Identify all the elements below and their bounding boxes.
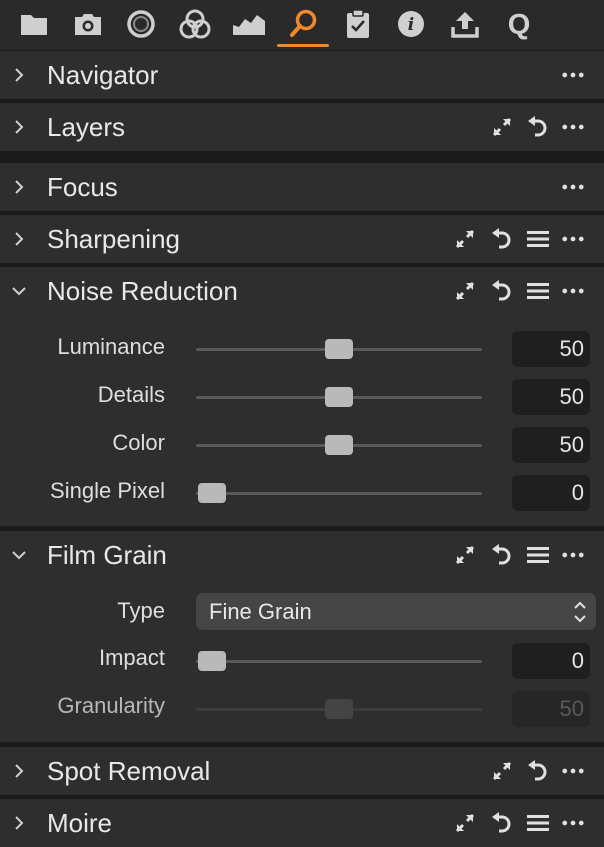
svg-text:i: i <box>408 15 414 35</box>
panel-layers[interactable]: Layers <box>0 103 604 151</box>
impact-label: Impact <box>98 645 165 670</box>
presets-menu-icon[interactable] <box>527 544 549 566</box>
chevron-updown-icon <box>574 601 586 623</box>
presets-menu-icon[interactable] <box>527 812 549 834</box>
panel-moire[interactable]: Moire <box>0 799 604 847</box>
info-icon[interactable]: i <box>393 7 429 41</box>
panel-title: Noise Reduction <box>47 276 238 306</box>
expand-icon[interactable] <box>491 760 513 782</box>
luminance-label: Luminance <box>57 334 165 359</box>
reset-icon[interactable] <box>526 116 548 138</box>
chevron-right-icon[interactable] <box>10 230 28 248</box>
panel-title: Moire <box>47 808 113 838</box>
presets-menu-icon[interactable] <box>527 280 549 302</box>
chevron-right-icon[interactable] <box>10 814 28 832</box>
grain-type-value: Fine Grain <box>209 599 312 624</box>
panel-film-grain[interactable]: Film Grain <box>0 531 604 579</box>
expand-icon[interactable] <box>454 812 476 834</box>
more-icon[interactable] <box>562 280 584 302</box>
single-pixel-label: Single Pixel <box>50 478 165 503</box>
expand-icon[interactable] <box>454 544 476 566</box>
panel-title: Sharpening <box>47 224 180 254</box>
panel-title: Spot Removal <box>47 756 211 786</box>
granularity-value-field: 50 <box>512 691 590 727</box>
details-slider[interactable] <box>196 387 482 407</box>
chevron-right-icon[interactable] <box>10 118 28 136</box>
presets-menu-icon[interactable] <box>527 228 549 250</box>
single-pixel-slider[interactable] <box>196 483 482 503</box>
panel-sharpening[interactable]: Sharpening <box>0 215 604 263</box>
luminance-value-field[interactable]: 50 <box>512 331 590 367</box>
more-icon[interactable] <box>562 116 584 138</box>
expand-icon[interactable] <box>454 280 476 302</box>
exposure-icon[interactable] <box>231 7 267 41</box>
reset-icon[interactable] <box>526 760 548 782</box>
slider-thumb <box>325 699 353 719</box>
chevron-down-icon[interactable] <box>10 546 28 564</box>
panel-title: Film Grain <box>47 540 167 570</box>
color-circle-icon[interactable] <box>123 7 159 41</box>
chevron-down-icon[interactable] <box>10 282 28 300</box>
folder-icon[interactable] <box>16 7 52 41</box>
panel-noise-reduction[interactable]: Noise Reduction <box>0 267 604 315</box>
panel-title: Focus <box>47 172 118 202</box>
more-icon[interactable] <box>562 812 584 834</box>
slider-thumb[interactable] <box>325 435 353 455</box>
panel-navigator[interactable]: Navigator <box>0 51 604 99</box>
luminance-slider[interactable] <box>196 339 482 359</box>
slider-thumb[interactable] <box>325 387 353 407</box>
panel-title: Layers <box>47 112 126 142</box>
panel-spot-removal[interactable]: Spot Removal <box>0 747 604 795</box>
impact-slider[interactable] <box>196 651 482 671</box>
color-label: Color <box>112 430 165 455</box>
chevron-right-icon[interactable] <box>10 66 28 84</box>
panel-title: Navigator <box>47 60 159 90</box>
chevron-right-icon[interactable] <box>10 178 28 196</box>
reset-icon[interactable] <box>490 544 512 566</box>
camera-icon[interactable] <box>70 7 106 41</box>
details-magnifier-icon[interactable] <box>277 7 329 47</box>
more-icon[interactable] <box>562 760 584 782</box>
more-icon[interactable] <box>562 64 584 86</box>
panel-focus[interactable]: Focus <box>0 163 604 211</box>
chevron-right-icon[interactable] <box>10 762 28 780</box>
grain-type-select[interactable]: Fine Grain <box>196 593 596 630</box>
color-channels-icon[interactable] <box>177 7 213 41</box>
details-label: Details <box>97 382 165 407</box>
more-icon[interactable] <box>562 544 584 566</box>
type-label: Type <box>117 598 165 623</box>
noise-reduction-body: Luminance 50 Details 50 Color 50 Single … <box>0 315 604 526</box>
active-tab-indicator <box>277 44 329 47</box>
granularity-label: Granularity <box>57 693 165 718</box>
reset-icon[interactable] <box>490 280 512 302</box>
single-pixel-value-field[interactable]: 0 <box>512 475 590 511</box>
expand-icon[interactable] <box>454 228 476 250</box>
granularity-slider <box>196 699 482 719</box>
color-slider[interactable] <box>196 435 482 455</box>
color-value-field[interactable]: 50 <box>512 427 590 463</box>
quick-icon[interactable]: Q <box>501 7 537 41</box>
clipboard-check-icon[interactable] <box>340 7 376 41</box>
impact-value-field[interactable]: 0 <box>512 643 590 679</box>
expand-icon[interactable] <box>491 116 513 138</box>
svg-text:Q: Q <box>508 9 531 40</box>
reset-icon[interactable] <box>490 812 512 834</box>
reset-icon[interactable] <box>490 228 512 250</box>
more-icon[interactable] <box>562 176 584 198</box>
details-value-field[interactable]: 50 <box>512 379 590 415</box>
export-icon[interactable] <box>447 7 483 41</box>
slider-thumb[interactable] <box>198 651 226 671</box>
more-icon[interactable] <box>562 228 584 250</box>
tool-tab-bar: i Q <box>0 0 604 50</box>
slider-thumb[interactable] <box>325 339 353 359</box>
slider-thumb[interactable] <box>198 483 226 503</box>
